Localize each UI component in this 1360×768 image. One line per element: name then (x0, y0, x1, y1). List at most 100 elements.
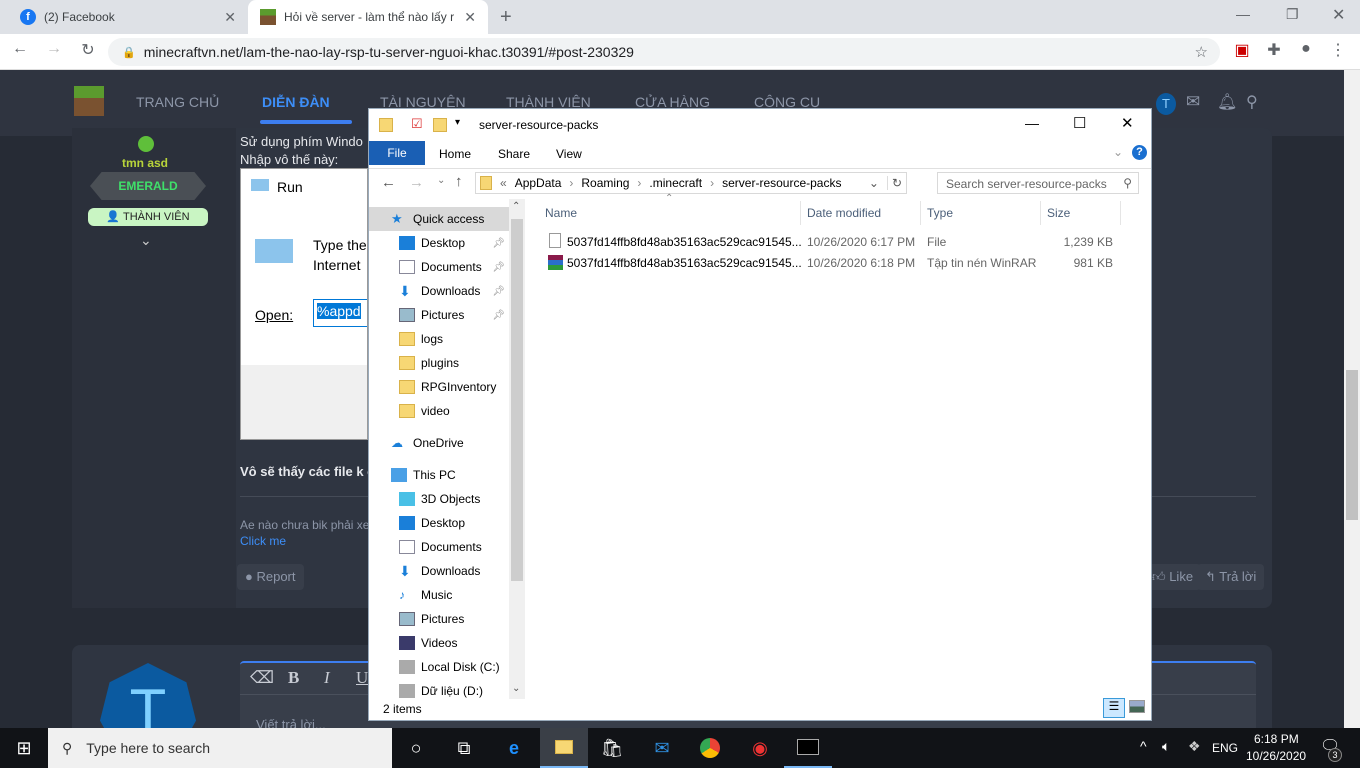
expand-ribbon-icon[interactable]: ⌄ (1113, 145, 1123, 159)
start-button[interactable]: ⊞ (0, 728, 48, 768)
column-header-size[interactable]: Size (1041, 201, 1121, 225)
address-bar[interactable]: 🔒 minecraftvn.net/lam-the-nao-lay-rsp-tu… (108, 38, 1220, 66)
nav-pane-scrollbar[interactable]: ⌃ ⌄ (509, 199, 525, 699)
nav-pane-item[interactable]: video (369, 399, 509, 423)
dropbox-icon[interactable]: ❖ (1188, 738, 1201, 755)
nav-forum[interactable]: DIỄN ĐÀN (262, 94, 330, 110)
nav-pane-item[interactable]: ☁ OneDrive (369, 431, 509, 455)
nav-pane-item[interactable]: plugins (369, 351, 509, 375)
nav-pane-item[interactable]: Desktop 📌︎ (369, 231, 509, 255)
search-icon[interactable]: ⚲ (1246, 92, 1258, 112)
column-header-name[interactable]: Name (539, 201, 801, 225)
breadcrumb-item[interactable]: server-resource-packs (722, 176, 841, 190)
like-button[interactable]: 👍︎ Like (1144, 564, 1202, 590)
ribbon-tab-home[interactable]: Home (439, 147, 471, 161)
reply-placeholder[interactable]: Viết trả lời... (256, 717, 326, 728)
scroll-down-icon[interactable]: ⌄ (512, 683, 520, 694)
scroll-up-icon[interactable]: ⌃ (512, 201, 520, 212)
file-row[interactable]: 5037fd14ffb8fd48ab35163ac529cac91545... … (539, 252, 1139, 273)
scrollbar-thumb[interactable] (511, 219, 523, 581)
tab-active[interactable]: Hỏi về server - làm thể nào lấy rs ✕ (248, 0, 488, 34)
up-icon[interactable]: ↑ (455, 173, 463, 190)
nav-pane-item[interactable]: This PC (369, 463, 509, 487)
nav-pane-item[interactable]: Pictures (369, 607, 509, 631)
search-input[interactable]: Search server-resource-packs ⚲ (937, 172, 1139, 194)
nav-pane-item[interactable]: ⬇ Downloads (369, 559, 509, 583)
puzzle-icon[interactable]: ✚ (1262, 40, 1286, 60)
forward-icon[interactable]: → (42, 40, 66, 58)
breadcrumb-item[interactable]: AppData (515, 176, 562, 190)
show-hidden-icons[interactable]: ^ (1140, 738, 1147, 754)
clock-date[interactable]: 10/26/2020 (1246, 749, 1306, 763)
clock-time[interactable]: 6:18 PM (1254, 732, 1299, 746)
nav-home[interactable]: TRANG CHỦ (136, 94, 219, 110)
report-button[interactable]: ● Report (237, 564, 304, 590)
ribbon-tab-view[interactable]: View (556, 147, 582, 161)
new-folder-icon[interactable] (433, 118, 447, 132)
page-scrollbar[interactable] (1344, 70, 1360, 728)
nav-pane-item[interactable]: Documents (369, 535, 509, 559)
italic-button[interactable]: I (324, 668, 330, 688)
profile-icon[interactable]: ● (1294, 40, 1318, 58)
bell-icon[interactable]: 🔔︎ (1217, 92, 1237, 112)
column-header-type[interactable]: Type (921, 201, 1041, 225)
nav-pane-item[interactable]: Local Disk (C:) (369, 655, 509, 679)
nav-pane-item[interactable]: ⬇ Downloads 📌︎ (369, 279, 509, 303)
forward-icon[interactable]: → (409, 174, 424, 191)
column-header-date[interactable]: Date modified (801, 201, 921, 225)
ribbon-tab-share[interactable]: Share (498, 147, 530, 161)
taskbar-search[interactable]: ⚲ Type here to search (48, 728, 392, 768)
ribbon-tab-file[interactable]: File (369, 141, 425, 165)
minimize-button[interactable]: — (1025, 115, 1039, 131)
details-view-button[interactable]: ☰ (1103, 698, 1125, 718)
large-icons-view-button[interactable] (1129, 700, 1145, 713)
back-icon[interactable]: ← (8, 40, 32, 58)
minimize-button[interactable]: — (1236, 6, 1250, 22)
chevron-down-icon[interactable]: ⌄ (140, 232, 152, 249)
nav-pane-item[interactable]: Desktop (369, 511, 509, 535)
restore-button[interactable]: ❐ (1286, 6, 1299, 23)
reload-icon[interactable]: ↻ (76, 40, 100, 60)
site-logo[interactable] (74, 86, 104, 116)
mail-icon[interactable]: ✉ (1186, 92, 1200, 112)
eraser-icon[interactable]: ⌫ (250, 668, 274, 688)
properties-icon[interactable]: ☑ (411, 116, 423, 132)
bold-button[interactable]: B (288, 668, 299, 688)
terminal-icon[interactable] (784, 728, 832, 768)
maximize-button[interactable]: ☐ (1073, 114, 1086, 132)
nav-pane-item[interactable]: RPGInventory (369, 375, 509, 399)
nav-pane-item[interactable]: ★ Quick access (369, 207, 509, 231)
nav-pane-item[interactable]: ♪ Music (369, 583, 509, 607)
refresh-icon[interactable]: ↻ (886, 176, 906, 190)
garena-icon[interactable]: ◉ (736, 728, 784, 768)
language-indicator[interactable]: ENG (1212, 741, 1238, 755)
new-tab-button[interactable]: + (500, 6, 512, 29)
volume-icon[interactable]: 🔈︎ (1162, 738, 1170, 755)
mail-icon[interactable]: ✉ (638, 728, 686, 768)
close-tab-icon[interactable]: ✕ (464, 9, 476, 26)
edge-icon[interactable]: e (490, 728, 538, 768)
breadcrumb-item[interactable]: Roaming (581, 176, 629, 190)
extension-icon[interactable]: ▣ (1230, 40, 1254, 60)
nav-pane-item[interactable]: 3D Objects (369, 487, 509, 511)
author-name[interactable]: tmn asd (122, 156, 168, 170)
menu-icon[interactable]: ⋮ (1326, 40, 1350, 60)
nav-pane-item[interactable]: Videos (369, 631, 509, 655)
signature-link[interactable]: Click me (240, 534, 286, 548)
help-icon[interactable]: ? (1132, 145, 1147, 160)
breadcrumb[interactable]: « AppData › Roaming › .minecraft › server-r… (475, 172, 907, 194)
underline-button[interactable]: U (356, 668, 368, 688)
nav-pane-item[interactable]: Pictures 📌︎ (369, 303, 509, 327)
user-avatar[interactable]: T (1156, 93, 1176, 115)
chrome-icon[interactable] (686, 728, 734, 768)
customize-qat-icon[interactable]: ▾ (455, 117, 460, 128)
breadcrumb-item[interactable]: .minecraft (649, 176, 702, 190)
tab-facebook[interactable]: f (2) Facebook ✕ (8, 0, 248, 34)
cortana-icon[interactable]: ○ (392, 728, 440, 768)
store-icon[interactable]: 🛍︎ (588, 728, 636, 768)
file-row[interactable]: 5037fd14ffb8fd48ab35163ac529cac91545... … (539, 231, 1139, 252)
file-explorer-taskbar-icon[interactable] (540, 728, 588, 768)
bookmark-star-icon[interactable]: ☆ (1195, 43, 1208, 61)
nav-pane-item[interactable]: Dữ liệu (D:) (369, 679, 509, 699)
task-view-icon[interactable]: ⧉ (440, 728, 488, 768)
